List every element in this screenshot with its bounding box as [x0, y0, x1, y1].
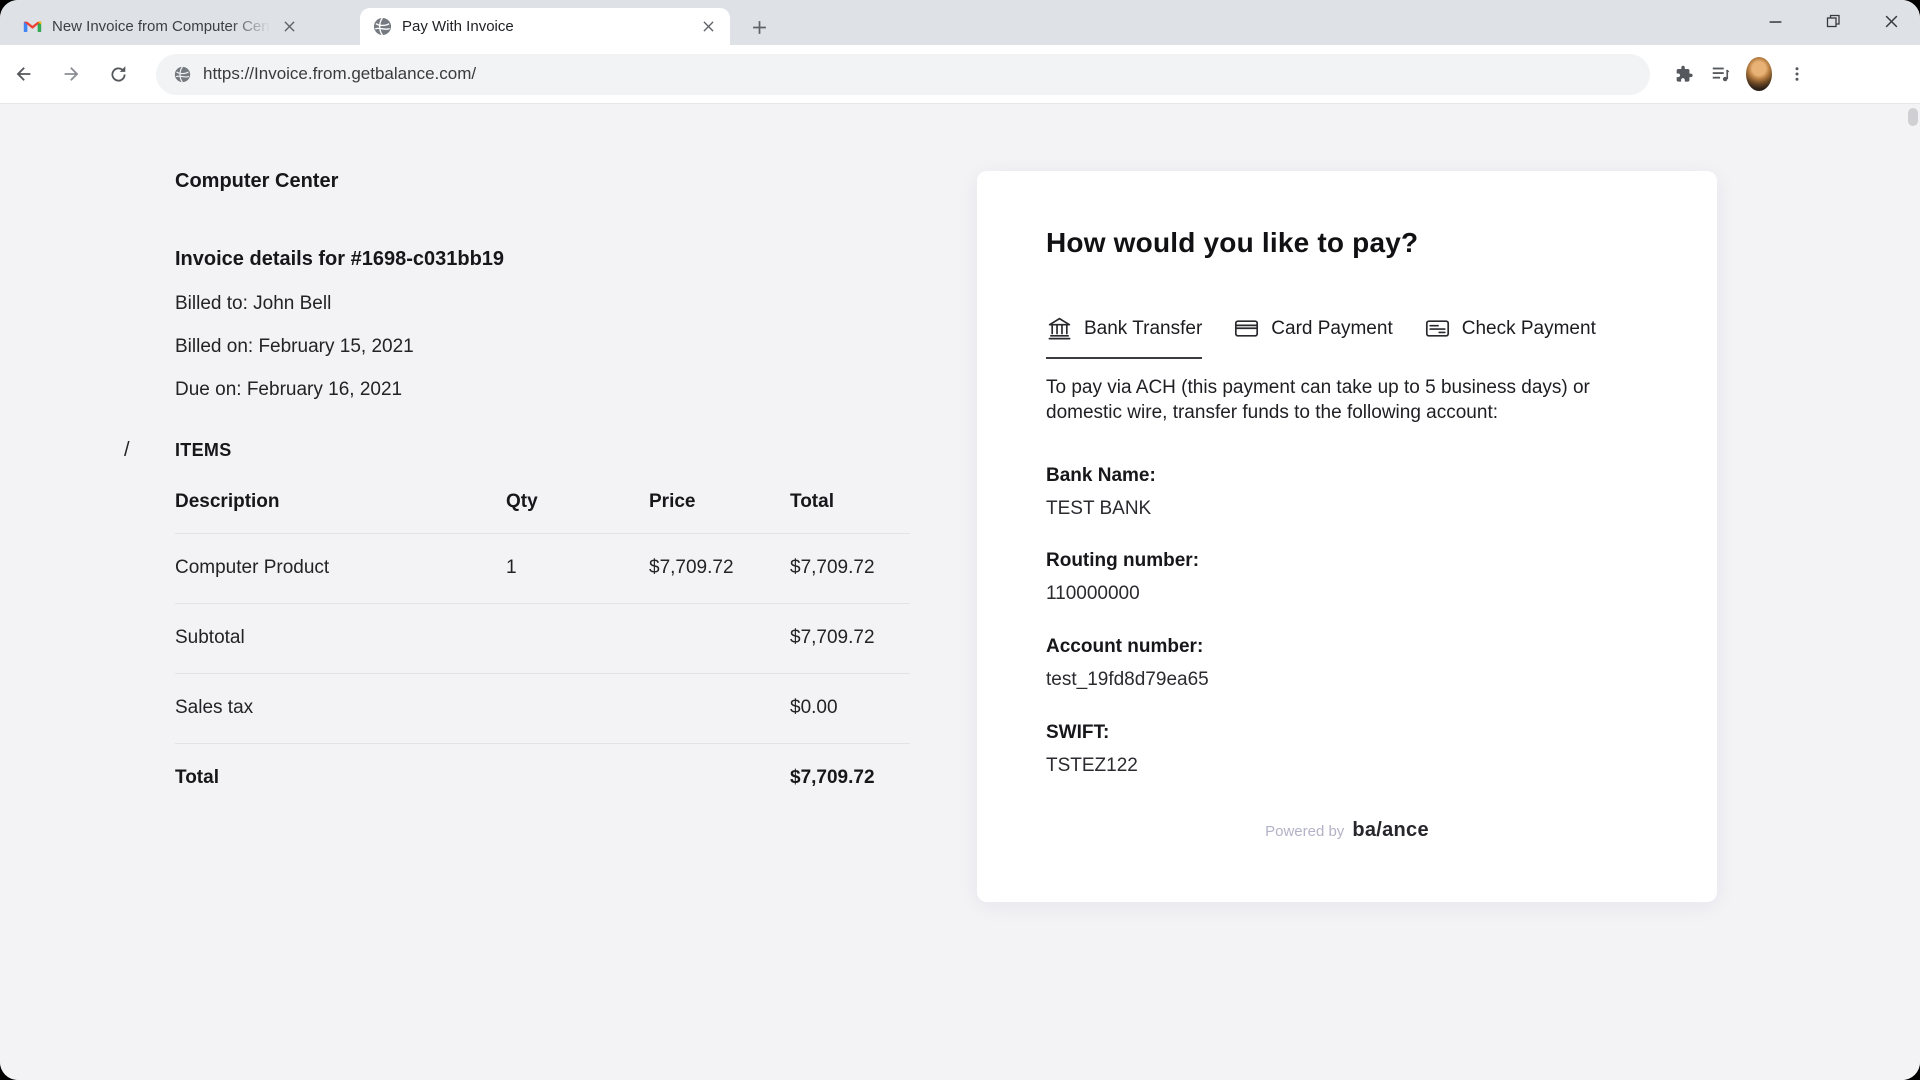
- globe-icon: [174, 66, 191, 83]
- swift-field: SWIFT: TSTEZ122: [1046, 722, 1138, 777]
- billed-on: Billed on: February 15, 2021: [175, 336, 414, 358]
- col-total: Total: [790, 491, 910, 513]
- tab-label: Card Payment: [1271, 318, 1392, 340]
- section-marker: /: [124, 439, 130, 462]
- menu-kebab-icon[interactable]: [1778, 55, 1816, 93]
- scrollbar[interactable]: [1908, 108, 1918, 126]
- check-icon: [1424, 315, 1451, 342]
- tax-label: Sales tax: [175, 697, 506, 719]
- address-bar[interactable]: https://Invoice.from.getbalance.com/: [156, 54, 1650, 95]
- page-content: Computer Center Invoice details for #169…: [0, 104, 1920, 1080]
- item-total: $7,709.72: [790, 557, 910, 579]
- tab-new-invoice[interactable]: New Invoice from Computer Cen: [10, 8, 355, 45]
- field-label: Bank Name:: [1046, 465, 1156, 487]
- field-value: 110000000: [1046, 583, 1199, 605]
- table-row: Computer Product 1 $7,709.72 $7,709.72: [175, 533, 910, 603]
- table-header-row: Description Qty Price Total: [175, 489, 910, 533]
- item-price: $7,709.72: [649, 557, 790, 579]
- tab-strip: New Invoice from Computer Cen Pay With I…: [0, 0, 1920, 45]
- bank-icon: [1046, 315, 1073, 342]
- item-description: Computer Product: [175, 557, 506, 579]
- col-price: Price: [649, 491, 790, 513]
- sales-tax-row: Sales tax $0.00: [175, 673, 910, 743]
- powered-by-text: Powered by: [1265, 823, 1344, 840]
- field-value: TSTEZ122: [1046, 755, 1138, 777]
- bank-name-field: Bank Name: TEST BANK: [1046, 465, 1156, 520]
- extensions-icon[interactable]: [1664, 55, 1702, 93]
- tab-card-payment[interactable]: Card Payment: [1233, 315, 1392, 359]
- payment-method-tabs: Bank Transfer Card Payment: [1046, 315, 1627, 359]
- back-icon[interactable]: [7, 57, 41, 91]
- payment-title: How would you like to pay?: [1046, 227, 1418, 259]
- tab-title: Pay With Invoice: [402, 18, 514, 35]
- subtotal-row: Subtotal $7,709.72: [175, 603, 910, 673]
- subtotal-value: $7,709.72: [790, 627, 910, 649]
- balance-logo: ba/ance: [1352, 819, 1429, 841]
- col-qty: Qty: [506, 491, 649, 513]
- media-controls-icon[interactable]: [1702, 55, 1740, 93]
- tab-bank-transfer[interactable]: Bank Transfer: [1046, 315, 1202, 359]
- total-row: Total $7,709.72: [175, 743, 910, 813]
- credit-card-icon: [1233, 315, 1260, 342]
- subtotal-label: Subtotal: [175, 627, 506, 649]
- minimize-button[interactable]: [1746, 0, 1804, 42]
- routing-number-field: Routing number: 110000000: [1046, 550, 1199, 605]
- field-value: test_19fd8d79ea65: [1046, 669, 1209, 691]
- billed-to: Billed to: John Bell: [175, 293, 331, 315]
- tax-value: $0.00: [790, 697, 910, 719]
- browser-window: New Invoice from Computer Cen Pay With I…: [0, 0, 1920, 1080]
- tab-label: Check Payment: [1462, 318, 1596, 340]
- powered-by-footer: Powered by ba/ance: [977, 819, 1717, 842]
- toolbar-actions: [1664, 55, 1816, 93]
- field-label: SWIFT:: [1046, 722, 1138, 744]
- url-text: https://Invoice.from.getbalance.com/: [203, 64, 476, 84]
- payment-card: How would you like to pay? Bank Transfer: [977, 171, 1717, 902]
- invoice-details-title: Invoice details for #1698-c031bb19: [175, 248, 504, 271]
- profile-avatar[interactable]: [1740, 55, 1778, 93]
- total-label: Total: [175, 767, 506, 789]
- reload-icon[interactable]: [101, 57, 135, 91]
- browser-toolbar: https://Invoice.from.getbalance.com/: [0, 45, 1920, 104]
- new-tab-button[interactable]: [746, 14, 772, 40]
- col-description: Description: [175, 491, 506, 513]
- company-name: Computer Center: [175, 170, 338, 193]
- tab-label: Bank Transfer: [1084, 318, 1202, 340]
- field-label: Routing number:: [1046, 550, 1199, 572]
- account-number-field: Account number: test_19fd8d79ea65: [1046, 636, 1209, 691]
- tab-check-payment[interactable]: Check Payment: [1424, 315, 1596, 359]
- due-on: Due on: February 16, 2021: [175, 379, 402, 401]
- avatar: [1746, 57, 1772, 91]
- field-label: Account number:: [1046, 636, 1209, 658]
- gmail-icon: [22, 17, 42, 37]
- close-tab-icon[interactable]: [698, 17, 718, 37]
- field-value: TEST BANK: [1046, 498, 1156, 520]
- restore-button[interactable]: [1804, 0, 1862, 42]
- payment-instructions: To pay via ACH (this payment can take up…: [1046, 375, 1632, 425]
- items-table: Description Qty Price Total Computer Pro…: [175, 489, 910, 813]
- total-value: $7,709.72: [790, 767, 910, 789]
- item-qty: 1: [506, 557, 649, 579]
- tab-title: New Invoice from Computer Cen: [52, 18, 270, 35]
- items-title: ITEMS: [175, 440, 232, 461]
- globe-icon: [372, 17, 392, 37]
- close-window-button[interactable]: [1862, 0, 1920, 42]
- tab-pay-with-invoice[interactable]: Pay With Invoice: [360, 8, 730, 45]
- close-tab-icon[interactable]: [280, 17, 300, 37]
- window-controls: [1746, 0, 1920, 42]
- forward-icon[interactable]: [54, 57, 88, 91]
